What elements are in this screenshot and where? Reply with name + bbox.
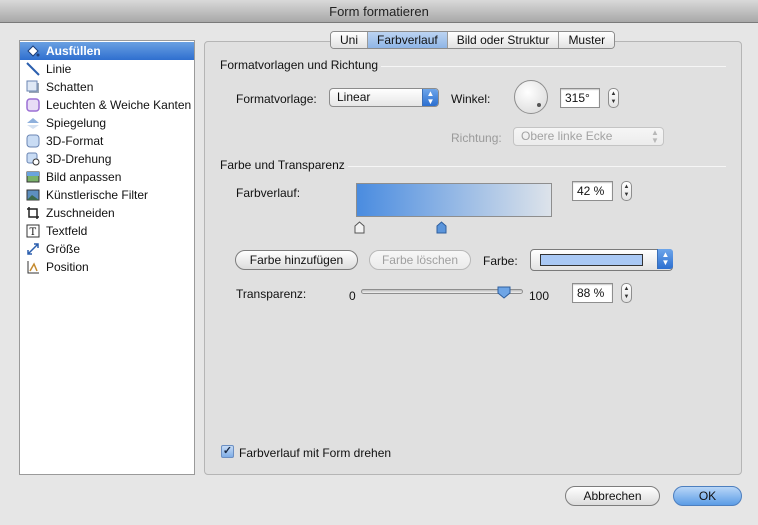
angle-stepper[interactable]: ▲ ▼ xyxy=(608,88,619,108)
sidebar-item-label: Position xyxy=(46,260,89,274)
crop-icon xyxy=(27,207,39,219)
sidebar-item-3d-format[interactable]: 3D-Format xyxy=(20,132,194,150)
direction-popup[interactable]: Obere linke Ecke ▲ ▼ xyxy=(513,127,664,146)
fill-type-tabs: Uni Farbverlauf Bild oder Struktur Muste… xyxy=(330,31,616,49)
gradient-stop-handle[interactable] xyxy=(354,221,365,234)
rotate-with-shape-label: Farbverlauf mit Form drehen xyxy=(239,446,392,460)
sidebar-item-line[interactable]: Linie xyxy=(20,60,194,78)
window-title: Form formatieren xyxy=(0,0,758,23)
sidebar-item-size[interactable]: Größe xyxy=(20,240,194,258)
sidebar-item-label: 3D-Drehung xyxy=(46,152,112,166)
presets-heading: Formatvorlagen und Richtung xyxy=(220,58,379,72)
color-transparency-heading: Farbe und Transparenz xyxy=(220,158,345,172)
slider-max-label: 100 xyxy=(529,289,550,303)
sidebar-item-label: Spiegelung xyxy=(46,116,107,130)
gradient-label: Farbverlauf: xyxy=(236,186,301,200)
sidebar-item-artistic-filter[interactable]: Künstlerische Filter xyxy=(20,186,194,204)
popup-arrows-icon: ▲ ▼ xyxy=(651,128,659,145)
sidebar-item-text-box[interactable]: T Textfeld xyxy=(20,222,194,240)
artistic-filter-icon xyxy=(26,189,40,201)
style-popup[interactable]: Linear ▲ ▼ xyxy=(329,88,439,107)
delete-color-button[interactable]: Farbe löschen xyxy=(369,250,471,270)
svg-text:T: T xyxy=(30,227,37,238)
sidebar-item-3d-rotation[interactable]: 3D-Drehung xyxy=(20,150,194,168)
position-icon xyxy=(27,261,39,274)
transparency-stepper[interactable]: ▲ ▼ xyxy=(621,283,632,303)
presets-divider xyxy=(381,66,726,67)
size-icon xyxy=(27,243,39,255)
color-divider xyxy=(348,166,726,167)
sidebar-item-label: Größe xyxy=(46,242,81,256)
gradient-preview[interactable] xyxy=(356,183,552,217)
slider-min-label: 0 xyxy=(349,289,356,303)
tab-solid[interactable]: Uni xyxy=(331,32,369,48)
rotate-with-shape-checkbox[interactable]: ✓ xyxy=(221,445,234,458)
3d-rotation-icon xyxy=(26,152,40,166)
angle-field[interactable]: 315° xyxy=(560,88,600,108)
add-color-button[interactable]: Farbe hinzufügen xyxy=(235,250,358,270)
sidebar-item-shadow[interactable]: Schatten xyxy=(20,78,194,96)
angle-knob[interactable] xyxy=(514,80,548,114)
sidebar-item-adjust-picture[interactable]: Bild anpassen xyxy=(20,168,194,186)
sidebar-item-label: Bild anpassen xyxy=(46,170,122,184)
angle-knob-indicator xyxy=(537,103,541,107)
sidebar-item-label: Schatten xyxy=(46,80,94,94)
category-sidebar: Ausfüllen Linie Schatten Leuchten & Weic… xyxy=(19,40,195,475)
transparency-label: Transparenz: xyxy=(236,287,307,301)
angle-label: Winkel: xyxy=(451,92,491,106)
gradient-position-stepper[interactable]: ▲ ▼ xyxy=(621,181,632,201)
transparency-slider-thumb[interactable] xyxy=(497,286,511,299)
paint-bucket-icon xyxy=(27,45,40,57)
adjust-picture-icon xyxy=(26,171,40,183)
color-label: Farbe: xyxy=(483,254,518,268)
sidebar-item-label: 3D-Format xyxy=(46,134,104,148)
sidebar-item-label: Textfeld xyxy=(46,224,88,238)
sidebar-item-reflection[interactable]: Spiegelung xyxy=(20,114,194,132)
sidebar-item-label: Linie xyxy=(46,62,72,76)
direction-label: Richtung: xyxy=(451,131,502,145)
3d-format-icon xyxy=(26,134,40,148)
sidebar-item-label: Ausfüllen xyxy=(46,44,101,58)
gradient-position-field[interactable]: 42 % xyxy=(572,181,613,201)
ok-button[interactable]: OK xyxy=(673,486,742,506)
popup-arrows-icon: ▲ ▼ xyxy=(657,249,673,269)
color-popup-arrows: ▲ ▼ xyxy=(653,249,673,271)
style-popup-value: Linear xyxy=(337,90,371,104)
popup-arrows-icon: ▲ ▼ xyxy=(422,89,438,106)
tab-pattern[interactable]: Muster xyxy=(559,32,615,48)
gradient-stop-handle-selected[interactable] xyxy=(436,221,447,234)
tab-picture-or-texture[interactable]: Bild oder Struktur xyxy=(447,32,560,48)
sidebar-item-glow[interactable]: Leuchten & Weiche Kanten xyxy=(20,96,194,114)
glow-icon xyxy=(26,98,40,112)
color-popup[interactable]: ▲ ▼ xyxy=(530,249,673,271)
sidebar-item-position[interactable]: Position xyxy=(20,258,194,276)
direction-popup-value: Obere linke Ecke xyxy=(521,129,613,143)
shadow-icon xyxy=(26,80,39,93)
sidebar-item-label: Leuchten & Weiche Kanten xyxy=(46,98,192,112)
sidebar-item-label: Zuschneiden xyxy=(46,206,115,220)
sidebar-item-label: Künstlerische Filter xyxy=(46,188,149,202)
reflection-icon xyxy=(27,118,39,129)
tab-gradient[interactable]: Farbverlauf xyxy=(368,32,448,48)
cancel-button[interactable]: Abbrechen xyxy=(565,486,660,506)
sidebar-item-crop[interactable]: Zuschneiden xyxy=(20,204,194,222)
transparency-field[interactable]: 88 % xyxy=(572,283,613,303)
color-swatch xyxy=(540,254,643,266)
text-box-icon: T xyxy=(26,224,40,238)
sidebar-item-fill[interactable]: Ausfüllen xyxy=(20,42,194,60)
style-label: Formatvorlage: xyxy=(236,92,317,106)
line-icon xyxy=(26,62,40,76)
